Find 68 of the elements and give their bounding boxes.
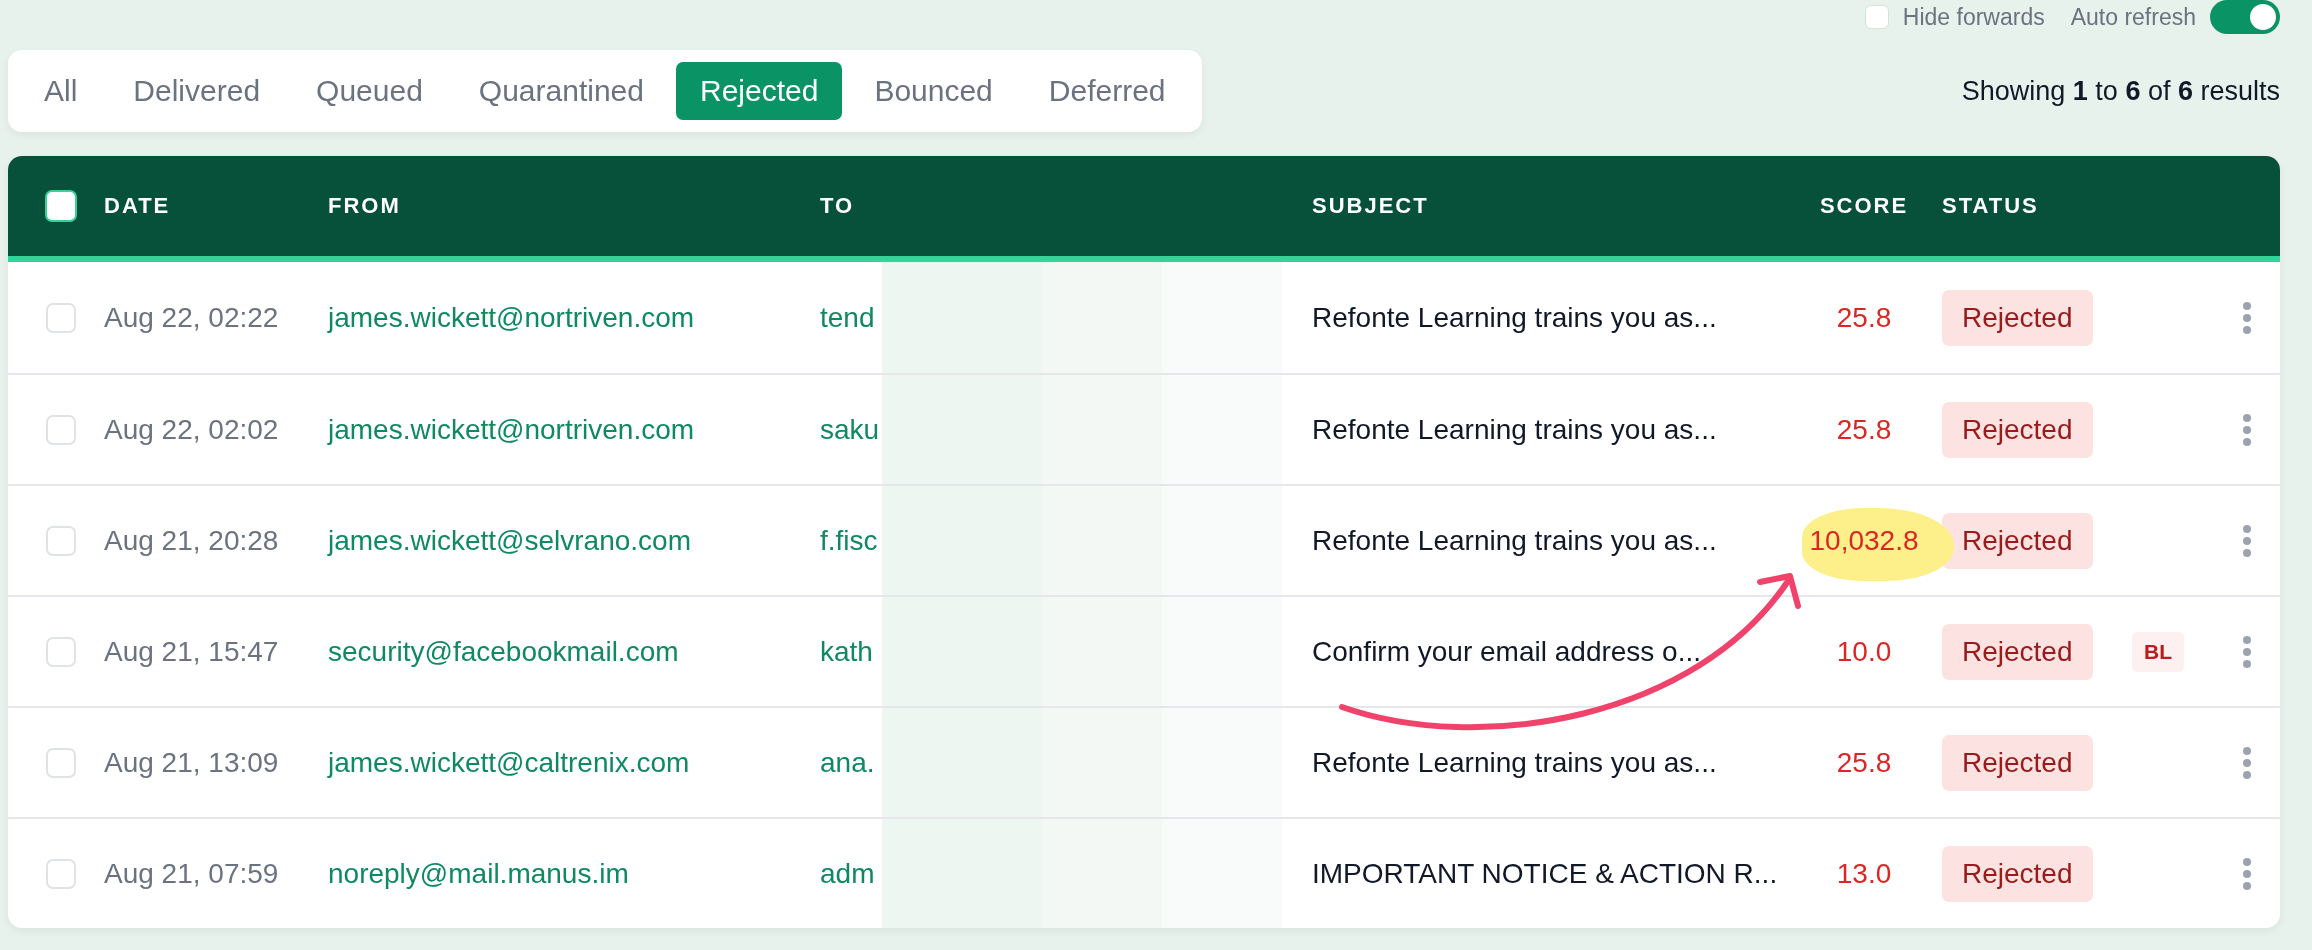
row-checkbox[interactable]: [46, 636, 76, 667]
subject-cell-text: Refonte Learning trains you as...: [1312, 746, 1718, 779]
column-header: SUBJECT: [1312, 193, 1429, 219]
more-menu-icon[interactable]: [2242, 745, 2252, 780]
subject-cell-text: Refonte Learning trains you as...: [1312, 413, 1718, 446]
date-cell-text: Aug 22, 02:22: [104, 301, 280, 334]
score-cell: 25.8: [1836, 746, 1892, 779]
subject-cell-text: Confirm your email address o...: [1312, 635, 1703, 668]
sender-email: james.wickett@caltrenix.com: [328, 746, 691, 779]
checkbox-label: Hide forwards: [1902, 3, 2045, 31]
score-cell: 10,032.8: [1809, 524, 1919, 557]
date-cell-text: Aug 22, 02:02: [104, 413, 280, 446]
filter-tab[interactable]: Quarantined: [454, 62, 668, 120]
column-header: TO: [820, 193, 855, 219]
score-cell: 13.0: [1836, 857, 1892, 890]
date-cell-text: Aug 21, 15:47: [104, 635, 280, 668]
results-count: Showing 1 to 6 of 6 results: [1961, 75, 2280, 107]
filter-tab[interactable]: Queued: [292, 62, 447, 120]
column-header: SCORE: [1819, 193, 1909, 219]
tag-badge: BL: [2132, 631, 2184, 672]
toggle-label: Auto refresh: [2070, 3, 2196, 31]
score-cell: 10.0: [1836, 635, 1892, 668]
sender-email: james.wickett@nortriven.com: [328, 301, 696, 334]
row-checkbox[interactable]: [46, 858, 76, 889]
sender-email: james.wickett@selvrano.com: [328, 524, 692, 557]
filter-tab[interactable]: Rejected: [675, 62, 843, 120]
status-badge: Rejected: [1942, 734, 2093, 791]
select-all-checkbox[interactable]: [45, 190, 77, 222]
filter-tab[interactable]: Delivered: [109, 62, 285, 120]
subject-cell-text: Refonte Learning trains you as...: [1312, 524, 1718, 557]
status-badge: Rejected: [1942, 512, 2093, 569]
more-menu-icon[interactable]: [2242, 300, 2252, 335]
row-checkbox[interactable]: [46, 747, 76, 778]
subject-cell-text: Refonte Learning trains you as...: [1312, 301, 1718, 334]
more-menu-icon[interactable]: [2242, 634, 2252, 669]
sender-email: noreply@mail.manus.im: [328, 857, 630, 890]
date-cell-text: Aug 21, 13:09: [104, 746, 280, 779]
checkbox[interactable]: [1864, 5, 1889, 29]
sender-email: james.wickett@nortriven.com: [328, 413, 696, 446]
row-checkbox[interactable]: [46, 414, 76, 445]
score-cell: 25.8: [1836, 301, 1892, 334]
more-menu-icon[interactable]: [2242, 412, 2252, 447]
filter-tab[interactable]: Bounced: [850, 62, 1017, 120]
status-badge: Rejected: [1942, 289, 2093, 346]
column-header: STATUS: [1942, 193, 2039, 219]
status-badge: Rejected: [1942, 845, 2093, 902]
date-cell-text: Aug 21, 20:28: [104, 524, 280, 557]
row-checkbox[interactable]: [46, 302, 76, 333]
status-badge: Rejected: [1942, 401, 2093, 458]
column-header: FROM: [328, 193, 401, 219]
sender-email: security@facebookmail.com: [328, 635, 680, 668]
toggle-switch[interactable]: [2210, 0, 2280, 34]
recipient-email: kath: [820, 635, 873, 668]
recipient-email: adm: [820, 857, 875, 890]
recipient-email: saku: [820, 413, 880, 446]
filter-tab[interactable]: Deferred: [1024, 62, 1190, 120]
date-cell-text: Aug 21, 07:59: [104, 857, 280, 890]
subject-cell-text: IMPORTANT NOTICE & ACTION R...: [1312, 857, 1779, 890]
recipient-email: f.fisc: [820, 524, 878, 557]
status-badge: Rejected: [1942, 623, 2093, 680]
score-cell: 25.8: [1836, 413, 1892, 446]
row-checkbox[interactable]: [46, 525, 76, 556]
column-header: DATE: [104, 193, 171, 219]
more-menu-icon[interactable]: [2242, 523, 2252, 558]
recipient-email: ana.: [820, 746, 875, 779]
filter-tab[interactable]: All: [20, 62, 102, 120]
more-menu-icon[interactable]: [2242, 856, 2252, 891]
recipient-email: tend: [820, 301, 875, 334]
